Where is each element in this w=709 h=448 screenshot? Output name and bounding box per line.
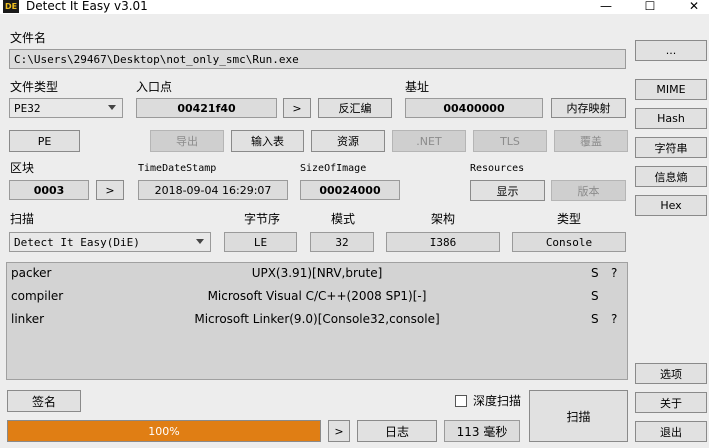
deep-scan-label: 深度扫描: [473, 394, 522, 408]
export-button[interactable]: 导出: [150, 130, 224, 152]
imagebase-label: 基址: [405, 80, 430, 94]
sections-go-button[interactable]: >: [96, 180, 124, 200]
log-button[interactable]: 日志: [357, 420, 437, 442]
browse-button[interactable]: ...: [635, 40, 707, 61]
filetype-value: PE32: [14, 101, 41, 115]
strings-button[interactable]: 字符串: [635, 137, 707, 158]
overlay-button[interactable]: 覆盖: [554, 130, 628, 152]
type-field: Console: [512, 232, 626, 252]
result-signature-button[interactable]: S: [591, 289, 599, 303]
imagebase-field[interactable]: 00400000: [405, 98, 543, 118]
result-type: packer: [11, 266, 52, 280]
close-button[interactable]: ✕: [679, 0, 709, 14]
result-info-button[interactable]: ?: [611, 312, 617, 326]
hash-button[interactable]: Hash: [635, 108, 707, 129]
minimize-button[interactable]: —: [591, 0, 621, 14]
maximize-button[interactable]: ☐: [635, 0, 665, 14]
chevron-down-icon: [196, 239, 204, 244]
scan-engine-select[interactable]: Detect It Easy(DiE): [9, 232, 211, 252]
filename-field[interactable]: C:\Users\29467\Desktop\not_only_smc\Run.…: [9, 49, 626, 69]
entropy-button[interactable]: 信息熵: [635, 166, 707, 187]
pe-button[interactable]: PE: [9, 130, 80, 152]
resources-label: Resources: [470, 163, 525, 174]
result-row-compiler[interactable]: compiler Microsoft Visual C/C++(2008 SP1…: [7, 289, 627, 309]
entrypoint-go-button[interactable]: >: [283, 98, 311, 118]
scan-label: 扫描: [10, 212, 35, 226]
result-row-packer[interactable]: packer UPX(3.91)[NRV,brute] S ?: [7, 266, 627, 286]
sizeofimage-field[interactable]: 00024000: [300, 180, 400, 200]
endianness-label: 字节序: [244, 212, 281, 226]
progress-bar: 100%: [7, 420, 321, 442]
result-info-button[interactable]: ?: [611, 266, 617, 280]
hex-button[interactable]: Hex: [635, 195, 707, 216]
type-label: 类型: [557, 212, 582, 226]
detection-results[interactable]: packer UPX(3.91)[NRV,brute] S ? compiler…: [6, 262, 628, 380]
resources-button[interactable]: 资源: [311, 130, 385, 152]
elapsed-time: 113 毫秒: [444, 420, 520, 442]
result-value: Microsoft Visual C/C++(2008 SP1)[-]: [207, 289, 427, 303]
sizeofimage-label: SizeOfImage: [300, 163, 367, 174]
result-type: compiler: [11, 289, 64, 303]
architecture-label: 架构: [431, 212, 456, 226]
sections-label: 区块: [10, 161, 35, 175]
show-resources-button[interactable]: 显示: [470, 180, 545, 201]
scan-engine-value: Detect It Easy(DiE): [14, 235, 140, 249]
version-button[interactable]: 版本: [551, 180, 626, 201]
exit-button[interactable]: 退出: [635, 421, 707, 442]
tls-button[interactable]: TLS: [473, 130, 547, 152]
import-button[interactable]: 输入表: [231, 130, 304, 152]
filetype-label: 文件类型: [10, 80, 59, 94]
chevron-down-icon: [108, 105, 116, 110]
mode-field: 32: [310, 232, 374, 252]
progress-text: 100%: [148, 424, 180, 438]
entrypoint-field[interactable]: 00421f40: [136, 98, 277, 118]
scan-button[interactable]: 扫描: [529, 390, 628, 442]
filename-label: 文件名: [10, 31, 47, 45]
result-value: Microsoft Linker(9.0)[Console32,console]: [194, 312, 440, 326]
deep-scan-checkbox[interactable]: [455, 395, 467, 407]
window-title: Detect It Easy v3.01: [26, 0, 148, 13]
result-row-linker[interactable]: linker Microsoft Linker(9.0)[Console32,c…: [7, 312, 627, 332]
result-value: UPX(3.91)[NRV,brute]: [251, 266, 383, 280]
architecture-field: I386: [386, 232, 500, 252]
next-button[interactable]: >: [328, 420, 350, 442]
endianness-field: LE: [224, 232, 297, 252]
mode-label: 模式: [331, 212, 356, 226]
result-type: linker: [11, 312, 45, 326]
timedatestamp-label: TimeDateStamp: [138, 163, 217, 174]
entrypoint-label: 入口点: [136, 80, 173, 94]
app-icon: DE: [3, 0, 19, 13]
disassembly-button[interactable]: 反汇编: [318, 98, 392, 118]
about-button[interactable]: 关于: [635, 392, 707, 413]
timedatestamp-field[interactable]: 2018-09-04 16:29:07: [138, 180, 288, 200]
sections-field[interactable]: 0003: [9, 180, 89, 200]
filetype-select[interactable]: PE32: [9, 98, 123, 118]
options-button[interactable]: 选项: [635, 363, 707, 384]
dotnet-button[interactable]: .NET: [392, 130, 466, 152]
result-signature-button[interactable]: S: [591, 312, 599, 326]
mime-button[interactable]: MIME: [635, 79, 707, 100]
memory-map-button[interactable]: 内存映射: [551, 98, 626, 118]
result-signature-button[interactable]: S: [591, 266, 599, 280]
signatures-button[interactable]: 签名: [7, 390, 81, 412]
